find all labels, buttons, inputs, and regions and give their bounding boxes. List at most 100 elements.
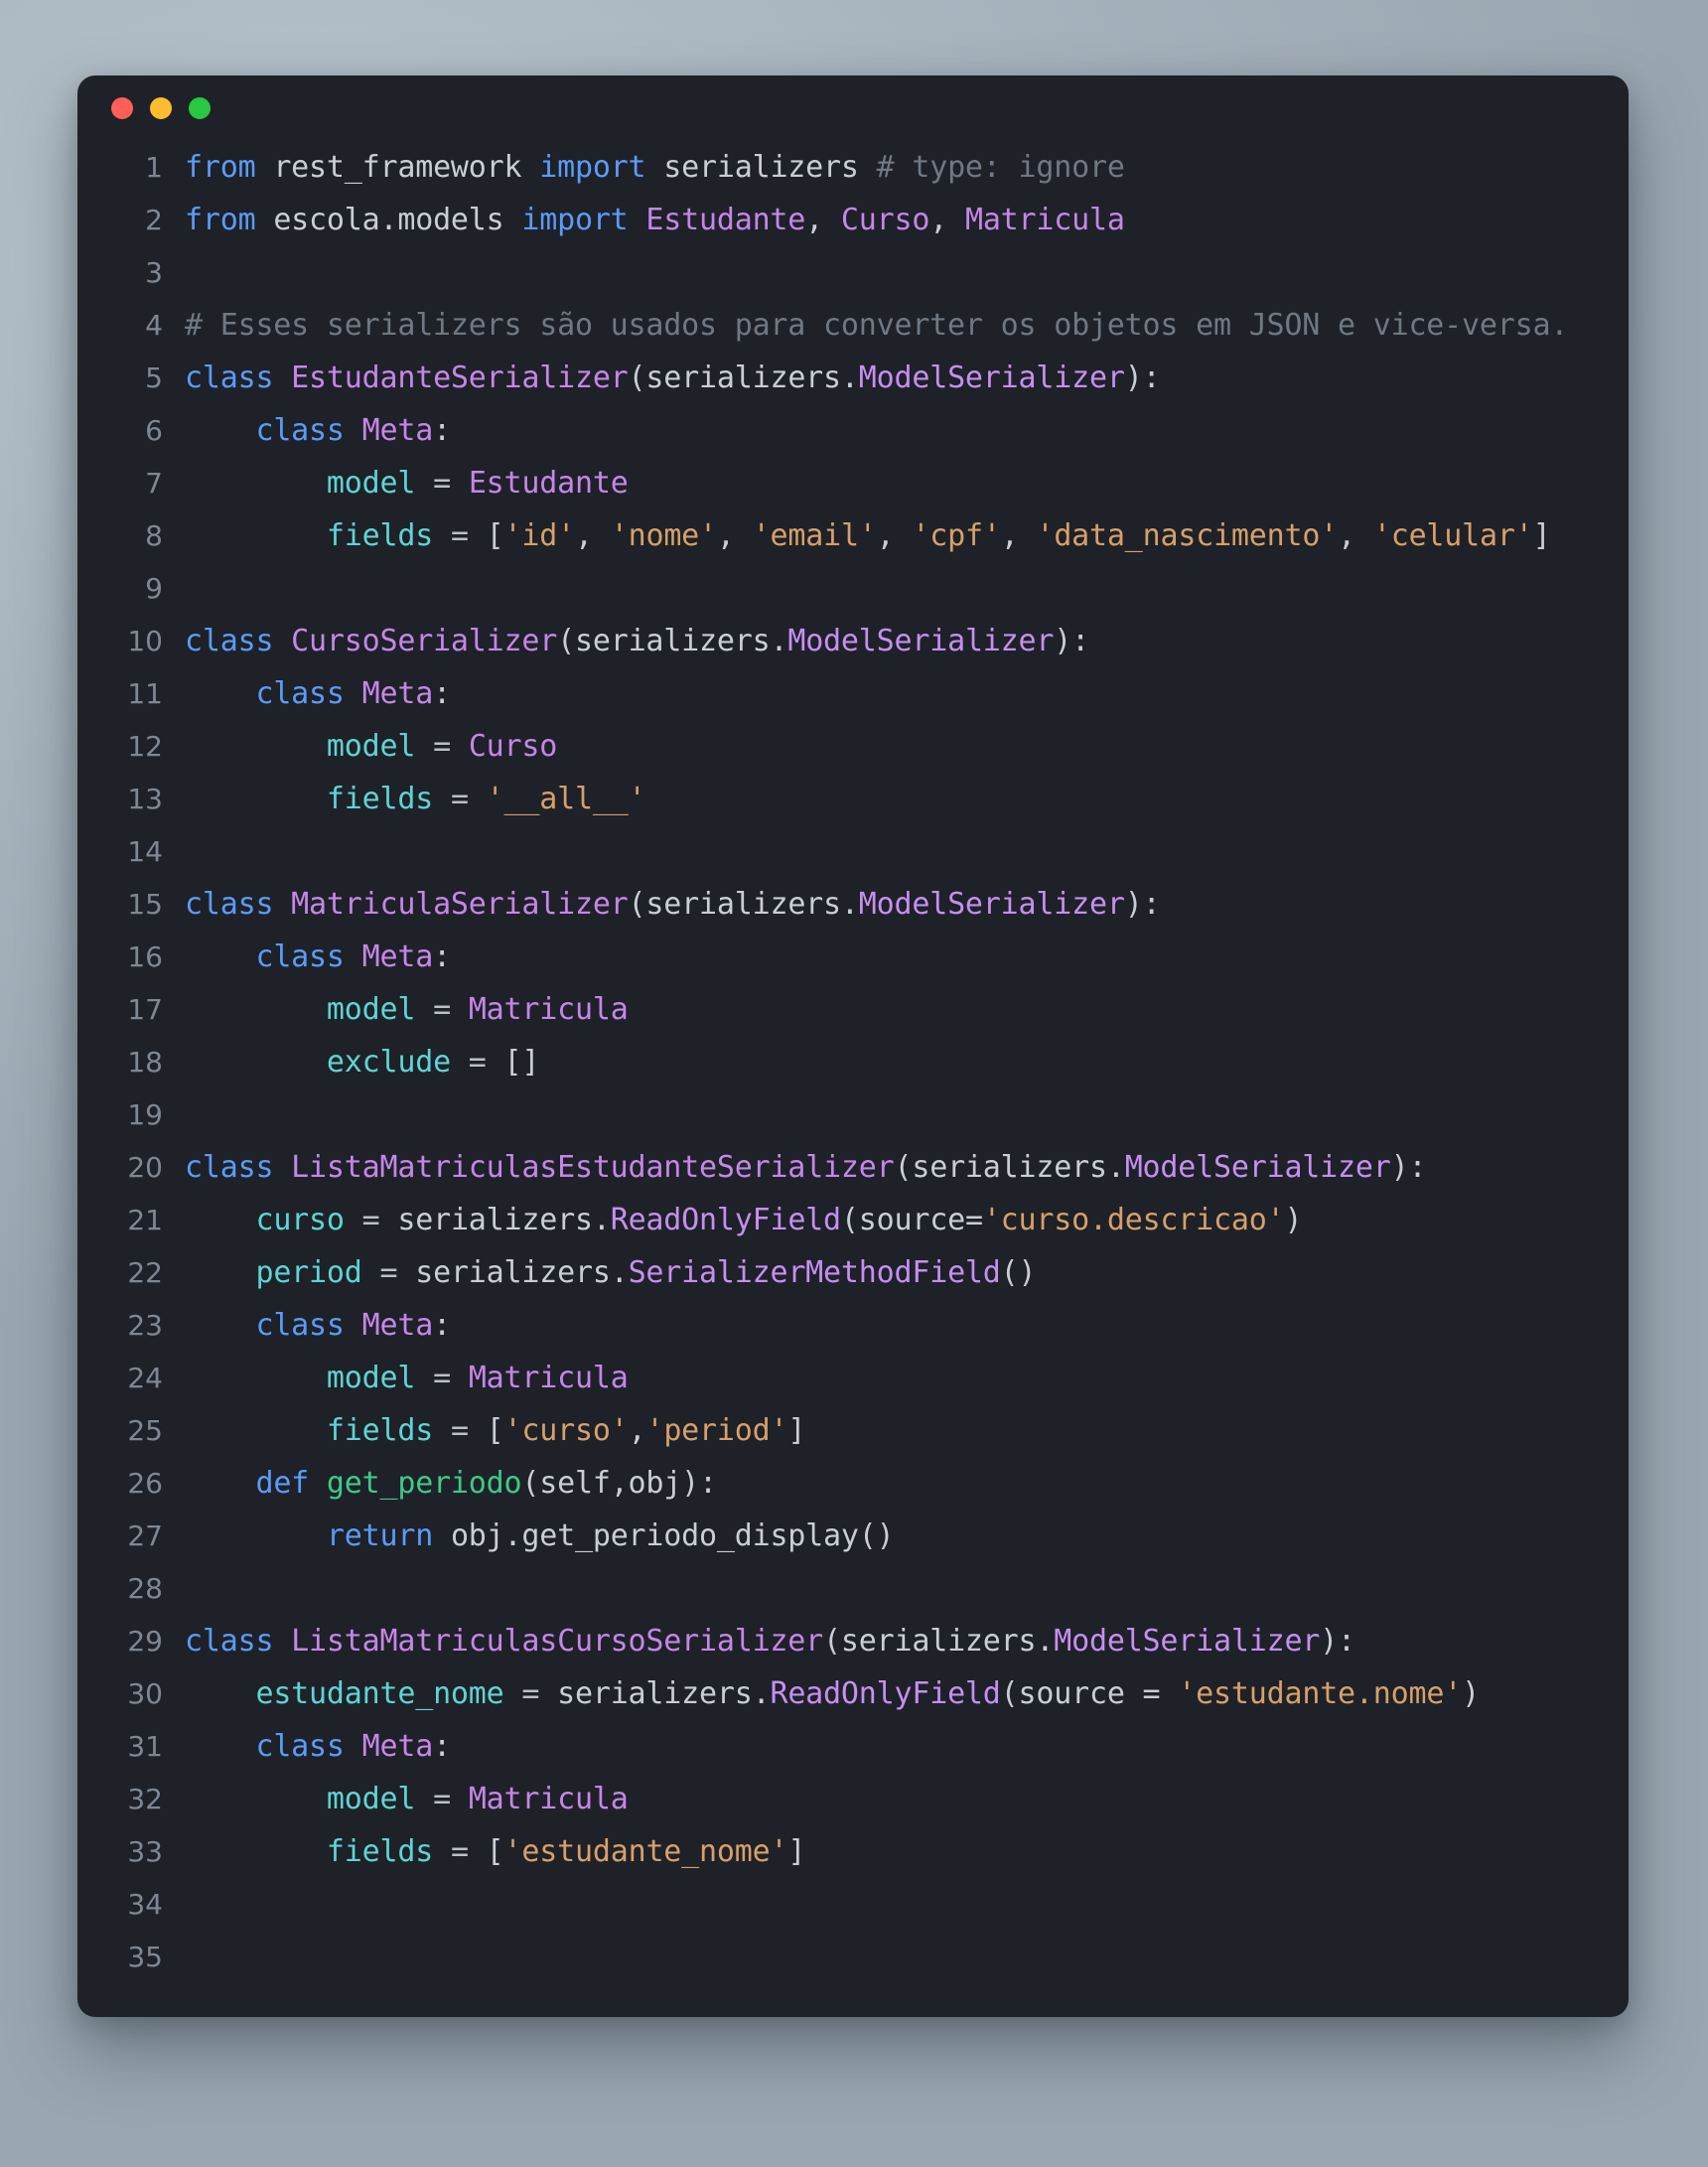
- line-number: 31: [127, 1730, 163, 1763]
- code-line[interactable]: 33 fields = ['estudante_nome']: [77, 1825, 1629, 1878]
- code-token: fields: [326, 1834, 434, 1869]
- code-token: curso: [255, 1203, 345, 1237]
- code-line[interactable]: 8 fields = ['id', 'nome', 'email', 'cpf'…: [77, 509, 1629, 562]
- minimize-window-button[interactable]: [150, 97, 172, 119]
- line-content: curso = serializers.ReadOnlyField(source…: [185, 1194, 1302, 1246]
- code-token: serializers.: [574, 624, 788, 658]
- code-editor[interactable]: 1 from rest_framework import serializers …: [77, 141, 1629, 1983]
- code-line[interactable]: 15 class MatriculaSerializer(serializers.…: [77, 878, 1629, 931]
- code-token: from: [185, 150, 274, 185]
- code-line[interactable]: 7 model = Estudante: [77, 457, 1629, 509]
- code-token: 'id': [503, 518, 576, 553]
- code-token: :: [433, 1729, 451, 1764]
- code-token: =: [433, 1413, 487, 1448]
- line-content: # Esses serializers são usados para conv…: [185, 299, 1568, 352]
- code-line[interactable]: 27 return obj.get_periodo_display(): [77, 1510, 1629, 1562]
- code-line[interactable]: 24 model = Matricula: [77, 1352, 1629, 1404]
- code-line[interactable]: 19: [77, 1088, 1629, 1141]
- code-token: Curso: [468, 729, 558, 764]
- code-token: ,: [716, 518, 753, 553]
- code-line[interactable]: 17 model = Matricula: [77, 983, 1629, 1036]
- code-token: [: [486, 518, 504, 553]
- close-window-button[interactable]: [111, 97, 133, 119]
- line-content: fields = '__all__': [185, 773, 646, 825]
- code-token: ModelSerializer: [1054, 1624, 1321, 1659]
- code-line[interactable]: 21 curso = serializers.ReadOnlyField(sou…: [77, 1194, 1629, 1246]
- code-token: CursoSerializer: [291, 624, 558, 658]
- code-line[interactable]: 26 def get_periodo(self,obj):: [77, 1457, 1629, 1510]
- code-line[interactable]: 29 class ListaMatriculasCursoSerializer(s…: [77, 1615, 1629, 1667]
- code-line[interactable]: 9: [77, 562, 1629, 615]
- code-token: serializers.: [912, 1150, 1125, 1185]
- code-line[interactable]: 11 class Meta:: [77, 667, 1629, 720]
- line-content: model = Curso: [185, 720, 557, 773]
- code-line[interactable]: 28: [77, 1562, 1629, 1615]
- line-number: 20: [127, 1151, 163, 1184]
- line-content: class Meta:: [185, 1299, 451, 1352]
- code-token: 'estudante.nome': [1178, 1676, 1463, 1711]
- code-token: Meta: [361, 1308, 434, 1343]
- code-line[interactable]: 5 class EstudanteSerializer(serializers.M…: [77, 352, 1629, 404]
- code-line[interactable]: 13 fields = '__all__': [77, 773, 1629, 825]
- line-number: 15: [127, 888, 163, 921]
- code-token: Matricula: [468, 992, 629, 1027]
- code-token: fields: [326, 518, 434, 553]
- code-token: ModelSerializer: [1124, 1150, 1391, 1185]
- code-token: =: [433, 782, 487, 816]
- line-content: fields = ['estudante_nome']: [185, 1825, 806, 1878]
- line-number: 12: [127, 730, 163, 763]
- code-token: class: [185, 887, 292, 922]
- code-line[interactable]: 3: [77, 246, 1629, 299]
- code-line[interactable]: 10 class CursoSerializer(serializers.Mode…: [77, 615, 1629, 667]
- line-content: return obj.get_periodo_display(): [185, 1510, 895, 1562]
- code-token: ]: [787, 1413, 806, 1448]
- maximize-window-button[interactable]: [189, 97, 211, 119]
- code-line[interactable]: 16 class Meta:: [77, 931, 1629, 983]
- code-token: ):: [1124, 361, 1161, 395]
- code-token: class: [255, 676, 362, 711]
- code-token: Meta: [361, 413, 434, 448]
- code-line[interactable]: 32 model = Matricula: [77, 1773, 1629, 1825]
- code-token: Estudante: [645, 203, 806, 237]
- code-line[interactable]: 31 class Meta:: [77, 1720, 1629, 1773]
- code-token: obj.get_periodo_display(): [450, 1518, 895, 1553]
- line-content: class ListaMatriculasCursoSerializer(ser…: [185, 1615, 1355, 1667]
- code-line[interactable]: 20 class ListaMatriculasEstudanteSerializ…: [77, 1141, 1629, 1194]
- code-line[interactable]: 30 estudante_nome = serializers.ReadOnly…: [77, 1667, 1629, 1720]
- code-line[interactable]: 35: [77, 1931, 1629, 1983]
- code-line[interactable]: 6 class Meta:: [77, 404, 1629, 457]
- code-token: 'data_nascimento': [1036, 518, 1339, 553]
- code-line[interactable]: 34: [77, 1878, 1629, 1931]
- code-line[interactable]: 12 model = Curso: [77, 720, 1629, 773]
- code-token: =: [433, 518, 487, 553]
- code-line[interactable]: 2 from escola.models import Estudante, Cu…: [77, 194, 1629, 246]
- line-number: 9: [145, 572, 163, 605]
- line-number: 19: [127, 1098, 163, 1131]
- code-token: SerializerMethodField: [628, 1255, 1001, 1290]
- code-line[interactable]: 23 class Meta:: [77, 1299, 1629, 1352]
- code-line[interactable]: 25 fields = ['curso','period']: [77, 1404, 1629, 1457]
- line-content: class ListaMatriculasEstudanteSerializer…: [185, 1141, 1427, 1194]
- line-content: model = Matricula: [185, 983, 629, 1036]
- line-number: 16: [127, 940, 163, 973]
- code-token: fields: [326, 782, 434, 816]
- code-line[interactable]: 22 period = serializers.SerializerMethod…: [77, 1246, 1629, 1299]
- code-token: (: [1000, 1676, 1019, 1711]
- code-token: serializers.: [645, 887, 859, 922]
- code-token: 'email': [752, 518, 877, 553]
- code-token: '__all__': [486, 782, 646, 816]
- code-line[interactable]: 18 exclude = []: [77, 1036, 1629, 1088]
- code-token: 'period': [645, 1413, 788, 1448]
- code-token: (: [823, 1624, 841, 1659]
- code-token: ,: [1000, 518, 1037, 553]
- code-line[interactable]: 14: [77, 825, 1629, 878]
- code-line[interactable]: 4 # Esses serializers são usados para con…: [77, 299, 1629, 352]
- code-line[interactable]: 1 from rest_framework import serializers …: [77, 141, 1629, 194]
- code-token: ):: [1390, 1150, 1427, 1185]
- code-token: [: [486, 1834, 504, 1869]
